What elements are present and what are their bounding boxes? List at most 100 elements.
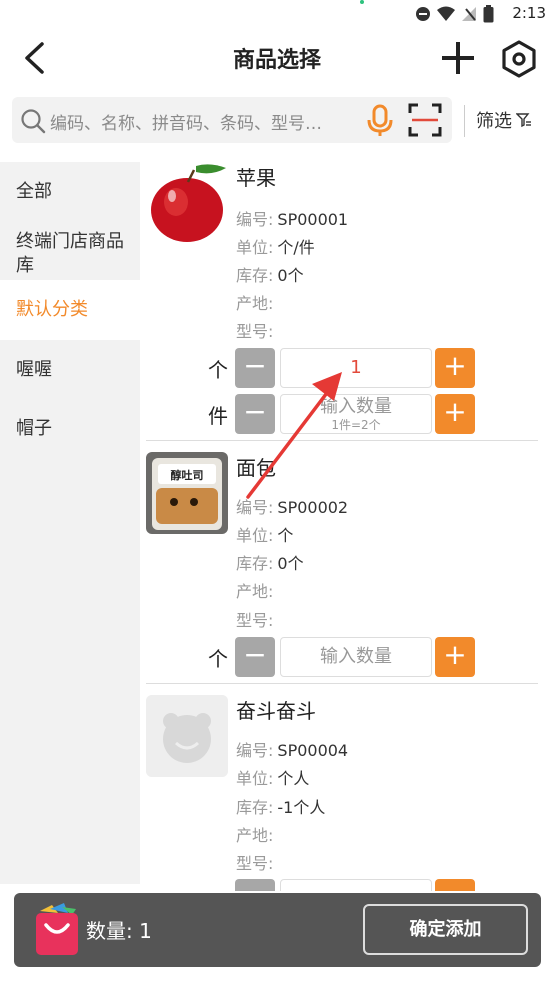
quantity-value: 1 (350, 357, 362, 378)
status-icons (415, 5, 494, 23)
category-hat[interactable]: 帽子 (0, 417, 140, 441)
wifi-icon (437, 6, 455, 21)
product-model-field: 型号: (236, 607, 277, 631)
increment-button[interactable]: + (435, 348, 475, 388)
product-stock-field: 库存: -1个人 (236, 794, 325, 818)
hexagon-settings-icon (502, 40, 536, 78)
product-model-field: 型号: (236, 850, 277, 874)
microphone-icon[interactable] (366, 104, 394, 138)
model-label: 型号: (236, 611, 274, 630)
settings-button[interactable] (498, 38, 540, 80)
quantity-row: 件 − 输入数量 1件=2个 + (146, 394, 538, 434)
status-bar: 2:13 (0, 0, 554, 26)
code-label: 编号: (236, 741, 274, 760)
filter-button[interactable]: 筛选 (476, 107, 532, 133)
quantity-placeholder: 输入数量 (320, 396, 392, 417)
plus-icon (442, 42, 474, 74)
bottom-bar: 数量: 1 确定添加 (14, 893, 541, 967)
quantity-row: 个 − 1 + (146, 348, 538, 388)
code-label: 编号: (236, 210, 274, 229)
product-code: SP00001 (277, 210, 349, 229)
category-store-library[interactable]: 终端门店商品库 (0, 230, 140, 278)
product-stock-field: 库存: 0个 (236, 262, 304, 286)
status-time: 2:13 (512, 4, 546, 22)
category-default[interactable]: 默认分类 (0, 280, 140, 340)
dnd-icon (416, 7, 430, 21)
battery-icon (483, 5, 494, 23)
title-bar: 商品选择 (0, 26, 554, 90)
add-product-button[interactable] (438, 38, 478, 78)
category-sidebar: 全部 终端门店商品库 默认分类 喔喔 帽子 (0, 162, 140, 884)
quantity-input[interactable] (280, 879, 432, 891)
product-unit: 个/件 (277, 238, 315, 257)
product-unit: 个 (277, 526, 294, 545)
product-origin-field: 产地: (236, 578, 277, 602)
category-wowo[interactable]: 喔喔 (0, 358, 140, 382)
product-model-field: 型号: (236, 318, 277, 342)
confirm-add-button[interactable]: 确定添加 (363, 904, 528, 955)
product-code-field: 编号: SP00002 (236, 494, 348, 518)
stock-label: 库存: (236, 798, 274, 817)
quantity-input[interactable]: 输入数量 (280, 637, 432, 677)
model-label: 型号: (236, 322, 274, 341)
category-all[interactable]: 全部 (0, 180, 140, 204)
quantity-row: 个 − 输入数量 + (146, 637, 538, 677)
increment-button[interactable]: + (435, 637, 475, 677)
svg-text:醇吐司: 醇吐司 (171, 468, 204, 482)
quantity-input[interactable]: 输入数量 1件=2个 (280, 394, 432, 434)
unit-label: 单位: (236, 238, 274, 257)
product-code-field: 编号: SP00001 (236, 206, 348, 230)
search-placeholder: 编码、名称、拼音码、条码、型号… (50, 114, 322, 134)
quantity-row-partial (146, 879, 538, 891)
filter-label: 筛选 (476, 111, 512, 132)
product-unit-field: 单位: 个 (236, 522, 293, 546)
product-name: 面包 (236, 456, 276, 480)
unit-conversion-hint: 1件=2个 (331, 418, 381, 432)
decrement-button[interactable] (235, 879, 275, 891)
unit-label: 单位: (236, 769, 274, 788)
product-code: SP00004 (277, 741, 349, 760)
origin-label: 产地: (236, 582, 274, 601)
decrement-button[interactable]: − (235, 348, 275, 388)
filter-icon (516, 113, 531, 128)
product-card[interactable]: 奋斗奋斗 编号: SP00004 单位: 个人 库存: -1个人 产地: 型号: (146, 695, 538, 895)
product-name: 苹果 (236, 166, 276, 190)
shopping-bag-icon (36, 903, 78, 955)
stock-label: 库存: (236, 554, 274, 573)
quantity-unit: 个 (208, 358, 228, 382)
camera-indicator (360, 0, 364, 4)
product-stock: -1个人 (277, 798, 326, 817)
search-row: 编码、名称、拼音码、条码、型号… 筛选 (0, 97, 554, 145)
product-card[interactable]: 苹果 编号: SP00001 单位: 个/件 库存: 0个 产地: 型号: 个 − 1… (146, 162, 538, 442)
product-code: SP00002 (277, 498, 349, 517)
increment-button[interactable]: + (435, 394, 475, 434)
decrement-button[interactable]: − (235, 394, 275, 434)
increment-button[interactable] (435, 879, 475, 891)
stock-label: 库存: (236, 266, 274, 285)
product-origin-field: 产地: (236, 290, 277, 314)
product-card[interactable]: 醇吐司 面包 编号: SP00002 单位: 个 库存: 0个 产地: 型号: 个 −… (146, 452, 538, 684)
product-origin-field: 产地: (236, 822, 277, 846)
code-label: 编号: (236, 498, 274, 517)
product-unit-field: 单位: 个/件 (236, 234, 315, 258)
product-unit-field: 单位: 个人 (236, 765, 309, 789)
product-stock: 0个 (277, 266, 304, 285)
search-input[interactable]: 编码、名称、拼音码、条码、型号… (12, 97, 452, 143)
quantity-input[interactable]: 1 (280, 348, 432, 388)
model-label: 型号: (236, 854, 274, 873)
scan-icon[interactable] (408, 103, 442, 137)
quantity-placeholder: 输入数量 (320, 646, 392, 667)
product-image-bread: 醇吐司 (146, 452, 228, 534)
product-stock: 0个 (277, 554, 304, 573)
product-name: 奋斗奋斗 (236, 699, 316, 723)
quantity-unit: 个 (208, 647, 228, 671)
quantity-unit: 件 (208, 404, 228, 428)
product-stock-field: 库存: 0个 (236, 550, 304, 574)
product-divider (146, 440, 538, 441)
search-icon (21, 109, 46, 134)
search-divider (464, 105, 465, 137)
decrement-button[interactable]: − (235, 637, 275, 677)
origin-label: 产地: (236, 826, 274, 845)
product-unit: 个人 (277, 769, 310, 788)
origin-label: 产地: (236, 294, 274, 313)
